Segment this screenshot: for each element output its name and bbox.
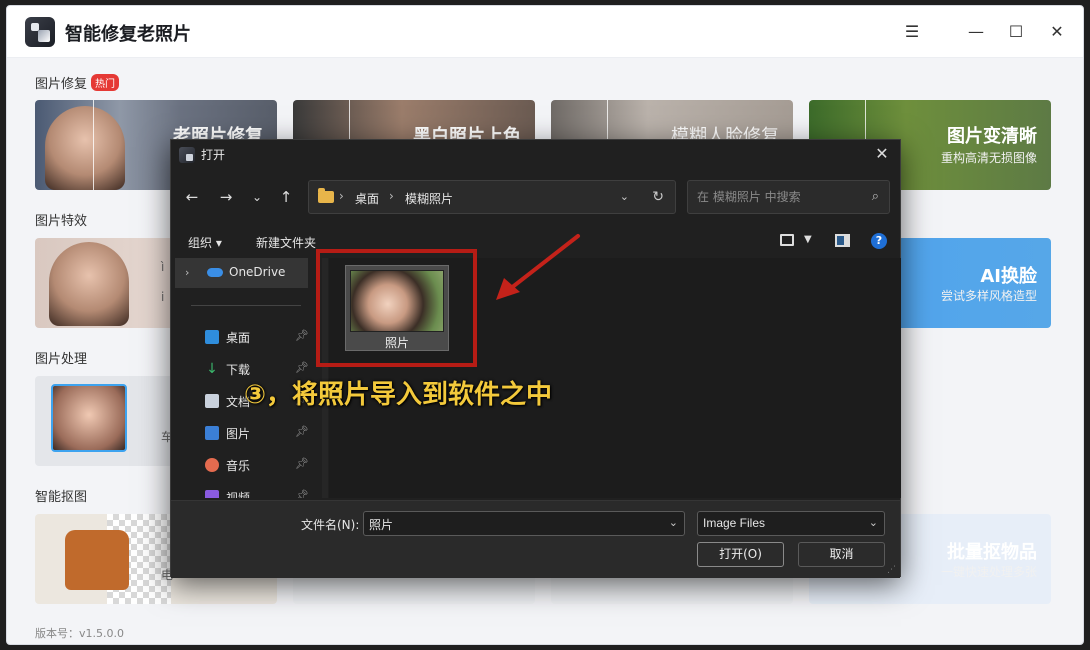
compare-divider (93, 100, 94, 190)
dialog-title: 打开 (201, 148, 226, 162)
view-dropdown-icon[interactable]: ▼ (804, 234, 812, 245)
music-icon (205, 458, 219, 472)
pin-icon: 📌︎ (295, 329, 309, 342)
resize-grip-icon[interactable]: ⋰ (887, 565, 896, 575)
menu-icon[interactable]: ☰ (900, 20, 924, 44)
card-subtitle: 尝试多样风格造型 (940, 289, 1037, 303)
organize-menu[interactable]: 组织 ▾ (188, 234, 222, 251)
card-title: 图片变清晰 (947, 126, 1037, 147)
sidebar-item-label: OneDrive (229, 265, 286, 279)
close-icon[interactable]: ✕ (1045, 20, 1069, 44)
search-input[interactable] (697, 190, 857, 204)
search-icon[interactable]: ⌕ (872, 189, 879, 204)
address-dropdown-icon[interactable]: ⌄ (620, 190, 629, 203)
desktop-icon (205, 330, 219, 344)
download-icon: ↓ (206, 361, 218, 377)
section-label-repair: 图片修复 热门 (35, 73, 120, 92)
section-label-effects: 图片特效 (35, 214, 88, 229)
breadcrumb-separator-icon: › (339, 189, 344, 203)
expand-chevron-icon[interactable]: › (185, 266, 189, 279)
back-arrow-icon[interactable]: ← (182, 188, 202, 206)
dialog-app-icon (179, 147, 195, 163)
section-label-processing: 图片处理 (35, 352, 88, 367)
filetype-value: Image Files (703, 516, 766, 530)
version-label: 版本号：v1.5.0.0 (35, 627, 124, 640)
card-title: AI换脸 (980, 266, 1037, 287)
app-logo-icon (25, 17, 55, 47)
card-partial-text: ì (161, 260, 165, 274)
open-file-dialog: 打开 ✕ ← → ⌄ ↑ › 桌面 › 模糊照片 ⌄ ↻ ⌕ 组织 ▾ 新建文件… (170, 139, 901, 578)
breadcrumb-blur-photos[interactable]: 模糊照片 (405, 190, 453, 207)
card-image (45, 106, 125, 190)
dialog-footer: 文件名(N): 照片 ⌄ Image Files ⌄ 打开(O) 取消 ⋰ (171, 500, 900, 578)
minimize-icon[interactable]: — (964, 20, 988, 44)
pictures-icon (205, 426, 219, 440)
chevron-down-icon[interactable]: ⌄ (869, 516, 878, 529)
filetype-select[interactable]: Image Files ⌄ (697, 511, 885, 536)
folder-icon (318, 188, 334, 203)
pin-icon: 📌︎ (295, 425, 309, 438)
sidebar-item-label: 视频 (226, 491, 251, 498)
documents-icon (205, 394, 219, 408)
sidebar-item-label: 音乐 (226, 459, 251, 473)
breadcrumb-desktop[interactable]: 桌面 (355, 190, 379, 207)
sidebar-divider (191, 305, 301, 306)
pin-icon: 📌︎ (295, 489, 309, 498)
address-bar[interactable]: › 桌面 › 模糊照片 ⌄ ↻ (308, 180, 676, 214)
sidebar-item-onedrive[interactable]: › OneDrive (175, 258, 308, 288)
card-image (49, 242, 129, 326)
pin-icon: 📌︎ (295, 361, 309, 374)
chevron-down-icon[interactable]: ⌄ (247, 190, 267, 204)
help-icon[interactable]: ? (871, 233, 887, 249)
card-subtitle: 重构高清无损图像 (940, 151, 1037, 165)
video-icon (205, 490, 219, 498)
card-image (65, 530, 129, 590)
card-image (51, 384, 127, 452)
pin-icon: 📌︎ (295, 457, 309, 470)
open-button[interactable]: 打开(O) (697, 542, 784, 567)
chevron-down-icon[interactable]: ⌄ (669, 516, 678, 529)
sidebar-item-label: 桌面 (226, 331, 251, 345)
preview-pane-icon[interactable] (835, 234, 850, 247)
sidebar-item-desktop[interactable]: 桌面 📌︎ (171, 322, 321, 352)
refresh-icon[interactable]: ↻ (652, 189, 664, 205)
sidebar-item-music[interactable]: 音乐 📌︎ (171, 450, 321, 480)
new-folder-button[interactable]: 新建文件夹 (256, 234, 316, 251)
search-box[interactable]: ⌕ (687, 180, 890, 214)
breadcrumb-separator-icon: › (389, 189, 394, 203)
pointer-arrow-icon (496, 234, 580, 300)
cancel-button[interactable]: 取消 (798, 542, 885, 567)
section-label-matting: 智能抠图 (35, 490, 88, 505)
card-partial-text: i (161, 290, 165, 304)
dialog-close-icon[interactable]: ✕ (872, 144, 892, 164)
maximize-icon[interactable]: ☐ (1004, 20, 1028, 44)
filename-label: 文件名(N): (301, 518, 360, 532)
view-mode-icon[interactable] (780, 234, 794, 246)
filename-value: 照片 (369, 518, 394, 532)
filename-input[interactable]: 照片 ⌄ (363, 511, 685, 536)
section-title: 图片修复 (35, 77, 88, 92)
forward-arrow-icon[interactable]: → (216, 188, 236, 206)
app-title: 智能修复老照片 (65, 24, 191, 45)
sidebar-item-videos[interactable]: 视频 📌︎ (171, 482, 321, 498)
sidebar-item-pictures[interactable]: 图片 📌︎ (171, 418, 321, 448)
app-titlebar: 智能修复老照片 ☰ — ☐ ✕ (7, 6, 1083, 58)
navigation-bar: ← → ⌄ ↑ › 桌面 › 模糊照片 ⌄ ↻ ⌕ (171, 178, 900, 218)
hot-badge: 热门 (91, 74, 120, 91)
cloud-icon (207, 268, 223, 277)
dialog-titlebar: 打开 ✕ (171, 140, 900, 170)
tutorial-caption: ③，将照片导入到软件之中 (244, 380, 553, 410)
card-subtitle: 一键快速处理多张 (940, 565, 1037, 579)
card-title: 批量抠物品 (947, 542, 1037, 563)
sidebar-item-label: 图片 (226, 427, 251, 441)
up-arrow-icon[interactable]: ↑ (276, 188, 296, 206)
highlight-box (316, 249, 477, 367)
